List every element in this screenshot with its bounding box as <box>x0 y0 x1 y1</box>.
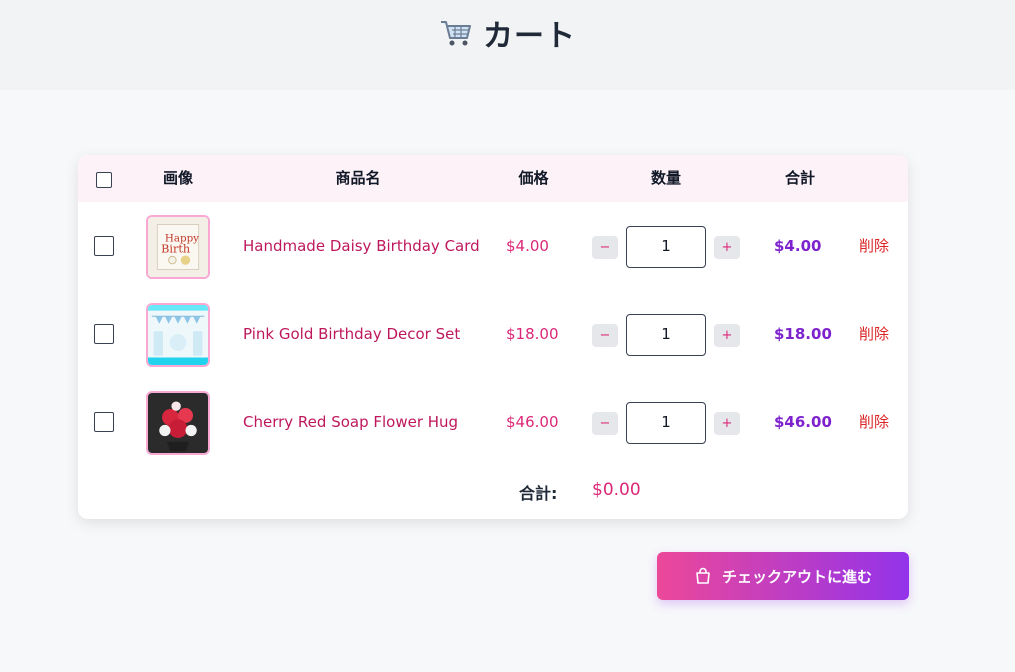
quantity-input[interactable]: 1 <box>626 402 706 444</box>
column-quantity: 数量 <box>650 169 681 187</box>
cart-total-value: $0.00 <box>592 480 641 500</box>
select-all-checkbox[interactable] <box>96 172 112 188</box>
column-image: 画像 <box>162 169 193 187</box>
column-price: 価格 <box>518 169 549 187</box>
decrease-quantity-button[interactable]: − <box>592 412 618 435</box>
column-total: 合計 <box>784 169 815 187</box>
page-header: カート <box>0 0 1015 90</box>
item-subtotal: $4.00 <box>774 237 822 255</box>
svg-text:Birth: Birth <box>161 243 190 256</box>
increase-quantity-button[interactable]: + <box>714 236 740 259</box>
product-price: $4.00 <box>506 237 549 255</box>
table-row: Happy Birth Handmade Daisy Birthday Card… <box>78 202 908 290</box>
table-row: Cherry Red Soap Flower Hug $46.00 − 1 + … <box>78 378 908 466</box>
checkout-button[interactable]: チェックアウトに進む <box>657 552 909 600</box>
checkout-label: チェックアウトに進む <box>721 567 872 586</box>
decrease-quantity-button[interactable]: − <box>592 236 618 259</box>
product-image[interactable] <box>146 303 210 367</box>
table-header: 画像 商品名 価格 数量 合計 <box>78 155 908 202</box>
title-wrap: カート <box>439 11 576 55</box>
shopping-bag-icon <box>694 567 712 585</box>
product-price: $46.00 <box>506 413 559 431</box>
product-price: $18.00 <box>506 325 559 343</box>
quantity-input[interactable]: 1 <box>626 226 706 268</box>
page-title: カート <box>483 19 576 54</box>
product-image[interactable]: Happy Birth <box>146 215 210 279</box>
row-checkbox[interactable] <box>94 236 114 256</box>
delete-button[interactable]: 削除 <box>859 290 889 378</box>
product-name-link[interactable]: Cherry Red Soap Flower Hug <box>243 378 458 466</box>
delete-button[interactable]: 削除 <box>859 378 889 466</box>
item-subtotal: $18.00 <box>774 325 832 343</box>
increase-quantity-button[interactable]: + <box>714 324 740 347</box>
increase-quantity-button[interactable]: + <box>714 412 740 435</box>
product-name-link[interactable]: Handmade Daisy Birthday Card <box>243 202 480 290</box>
product-name-link[interactable]: Pink Gold Birthday Decor Set <box>243 290 460 378</box>
row-checkbox[interactable] <box>94 412 114 432</box>
product-image[interactable] <box>146 391 210 455</box>
cart-table: 画像 商品名 価格 数量 合計 Happy Birth Handmade Dai… <box>78 155 908 519</box>
cart-total-label: 合計: <box>519 484 558 503</box>
decrease-quantity-button[interactable]: − <box>592 324 618 347</box>
delete-button[interactable]: 削除 <box>859 202 889 290</box>
table-row: Pink Gold Birthday Decor Set $18.00 − 1 … <box>78 290 908 378</box>
quantity-input[interactable]: 1 <box>626 314 706 356</box>
cart-total-row: 合計: $0.00 <box>78 466 908 518</box>
column-name: 商品名 <box>335 169 381 187</box>
item-subtotal: $46.00 <box>774 413 832 431</box>
shopping-cart-icon <box>439 18 473 48</box>
row-checkbox[interactable] <box>94 324 114 344</box>
